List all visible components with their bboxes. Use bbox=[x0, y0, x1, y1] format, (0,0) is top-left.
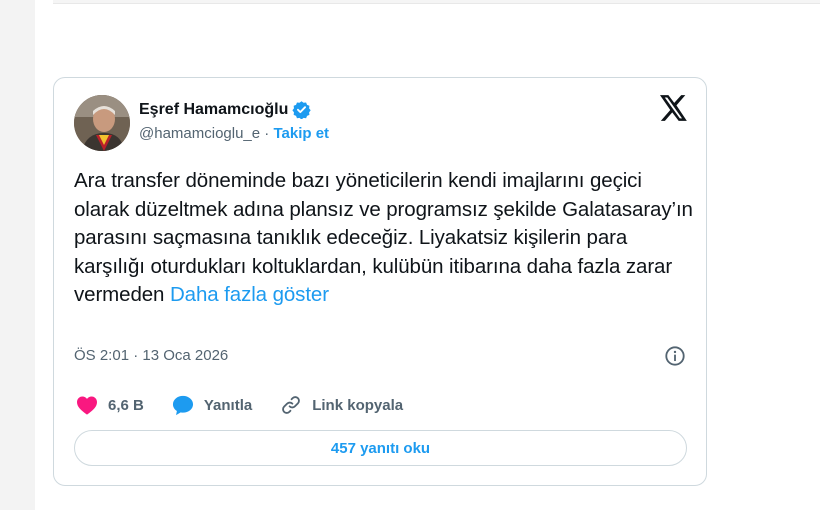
previous-embed-edge bbox=[53, 0, 820, 4]
show-more-link[interactable]: Daha fazla göster bbox=[170, 283, 329, 306]
handle-separator: · bbox=[260, 125, 274, 142]
tweet-body: Ara transfer döneminde bazı yöneticileri… bbox=[74, 169, 693, 306]
author-handle[interactable]: @hamamcioglu_e bbox=[139, 125, 260, 142]
like-button[interactable]: 6,6 B bbox=[76, 395, 144, 415]
avatar[interactable] bbox=[74, 95, 130, 151]
verified-badge-icon bbox=[292, 100, 312, 120]
reply-label: Yanıtla bbox=[203, 396, 253, 414]
read-replies-button[interactable]: 457 yanıtı oku bbox=[74, 430, 687, 466]
action-bar: 6,6 B Yanıtla Link kopyala bbox=[76, 394, 431, 416]
handle-row: @hamamcioglu_e · Takip et bbox=[139, 125, 329, 142]
read-replies-label: 457 yanıtı oku bbox=[330, 439, 431, 457]
copy-link-label: Link kopyala bbox=[312, 396, 404, 414]
tweet-timestamp[interactable]: ÖS 2:01 · 13 Oca 2026 bbox=[74, 347, 228, 364]
reply-button[interactable]: Yanıtla bbox=[172, 395, 252, 416]
like-count: 6,6 B bbox=[108, 396, 144, 414]
author-name[interactable]: Eşref Hamamcıoğlu bbox=[139, 101, 288, 119]
tweet-text: Ara transfer döneminde bazı yöneticileri… bbox=[74, 167, 694, 310]
author-row: Eşref Hamamcıoğlu bbox=[139, 100, 312, 120]
speech-bubble-icon bbox=[172, 395, 193, 415]
link-icon bbox=[282, 396, 301, 414]
info-icon[interactable] bbox=[664, 345, 686, 367]
x-logo-icon[interactable] bbox=[660, 95, 688, 121]
tweet-embed-card[interactable]: Eşref Hamamcıoğlu @hamamcioglu_e · Takip… bbox=[53, 77, 707, 486]
heart-icon bbox=[77, 396, 97, 415]
copy-link-button[interactable]: Link kopyala bbox=[280, 394, 403, 416]
follow-button[interactable]: Takip et bbox=[273, 125, 329, 142]
